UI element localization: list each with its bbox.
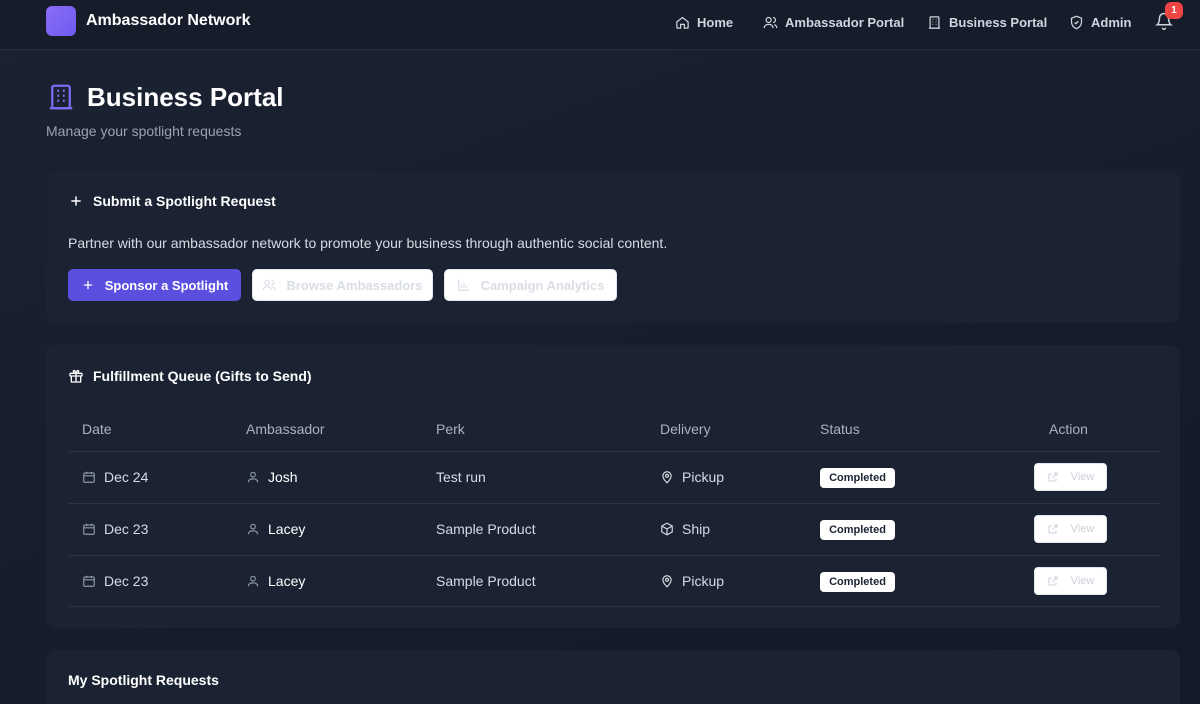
view-label: View <box>1070 575 1095 587</box>
fulfillment-card-title-label: Fulfillment Queue (Gifts to Send) <box>93 368 312 384</box>
my-requests-title: My Spotlight Requests <box>68 672 219 688</box>
notification-badge: 1 <box>1165 2 1183 19</box>
ambassador-name: Lacey <box>268 573 306 589</box>
row-divider <box>68 606 1160 607</box>
page-subtitle: Manage your spotlight requests <box>46 123 242 139</box>
bar-chart-icon <box>457 279 469 291</box>
view-button[interactable]: View <box>1034 567 1107 595</box>
ambassador-cell: Lacey <box>246 571 305 591</box>
column-header-date[interactable]: Date <box>82 421 112 437</box>
column-header-status[interactable]: Status <box>820 421 860 437</box>
date-cell: Dec 23 <box>82 519 148 539</box>
browse-ambassadors-button[interactable]: Browse Ambassadors <box>252 269 433 301</box>
delivery-cell: Ship <box>660 519 710 539</box>
status-badge: Completed <box>820 572 895 592</box>
ambassador-name: Lacey <box>268 521 306 537</box>
external-link-icon <box>1048 524 1058 534</box>
column-header-ambassador[interactable]: Ambassador <box>246 421 325 437</box>
calendar-icon <box>83 575 95 587</box>
view-label: View <box>1070 523 1095 535</box>
submit-card-description: Partner with our ambassador network to p… <box>68 235 668 251</box>
column-header-perk[interactable]: Perk <box>436 421 465 437</box>
nav-admin-label: Admin <box>1091 14 1132 30</box>
campaign-analytics-button[interactable]: Campaign Analytics <box>444 269 617 301</box>
nav-business-portal-label: Business Portal <box>949 14 1048 30</box>
ambassador-name: Josh <box>268 469 298 485</box>
logo[interactable] <box>46 6 76 36</box>
submit-card-title: Submit a Spotlight Request <box>68 193 276 209</box>
brand-name[interactable]: Ambassador Network <box>86 12 251 30</box>
package-icon <box>661 522 673 536</box>
campaign-analytics-label: Campaign Analytics <box>480 277 605 293</box>
date-value: Dec 23 <box>104 521 149 537</box>
delivery-cell: Pickup <box>660 467 724 487</box>
status-badge: Completed <box>820 520 895 540</box>
view-button[interactable]: View <box>1034 463 1107 491</box>
building-icon <box>49 84 73 110</box>
map-pin-icon <box>662 575 672 588</box>
map-pin-icon <box>662 471 672 484</box>
submit-card-title-label: Submit a Spotlight Request <box>93 193 276 209</box>
date-cell: Dec 24 <box>82 467 148 487</box>
users-icon <box>763 16 778 28</box>
date-value: Dec 23 <box>104 573 149 589</box>
header-divider <box>68 451 1160 452</box>
status-badge: Completed <box>820 468 895 488</box>
nav-admin[interactable]: Admin <box>1069 12 1131 32</box>
delivery-cell: Pickup <box>660 571 724 591</box>
nav-ambassador-portal[interactable]: Ambassador Portal <box>763 12 904 32</box>
sponsor-spotlight-button[interactable]: Sponsor a Spotlight <box>68 269 241 301</box>
delivery-method: Pickup <box>682 573 725 589</box>
fulfillment-card-title: Fulfillment Queue (Gifts to Send) <box>68 368 312 384</box>
nav-ambassador-portal-label: Ambassador Portal <box>785 14 905 30</box>
date-value: Dec 24 <box>104 469 149 485</box>
user-icon <box>247 471 259 483</box>
user-icon <box>247 575 259 587</box>
date-cell: Dec 23 <box>82 571 148 591</box>
column-header-action[interactable]: Action <box>1049 421 1088 437</box>
plus-icon <box>83 280 92 290</box>
calendar-icon <box>83 523 95 535</box>
users-icon <box>263 279 276 291</box>
column-header-delivery[interactable]: Delivery <box>660 421 711 437</box>
home-icon <box>676 16 689 29</box>
building-icon <box>928 15 941 29</box>
perk-cell: Sample Product <box>436 573 536 589</box>
ambassador-cell: Lacey <box>246 519 305 539</box>
row-divider <box>68 503 1160 504</box>
row-divider <box>68 555 1160 556</box>
view-button[interactable]: View <box>1034 515 1107 543</box>
nav-home-label: Home <box>697 14 734 30</box>
user-icon <box>247 523 259 535</box>
perk-cell: Test run <box>436 469 486 485</box>
view-label: View <box>1070 471 1095 483</box>
external-link-icon <box>1048 576 1058 586</box>
fulfillment-queue-card: Fulfillment Queue (Gifts to Send) Date A… <box>46 345 1180 628</box>
nav-home[interactable]: Home <box>675 12 733 32</box>
delivery-method: Pickup <box>682 469 725 485</box>
delivery-method: Ship <box>682 521 711 537</box>
calendar-icon <box>83 471 95 483</box>
my-requests-card: My Spotlight Requests <box>46 650 1180 704</box>
gift-icon <box>69 369 83 383</box>
submit-spotlight-card: Submit a Spotlight Request Partner with … <box>46 171 1180 323</box>
external-link-icon <box>1048 472 1058 482</box>
browse-ambassadors-label: Browse Ambassadors <box>286 277 423 293</box>
ambassador-cell: Josh <box>246 467 298 487</box>
shield-icon <box>1070 15 1083 29</box>
plus-icon <box>71 196 81 206</box>
nav-business-portal[interactable]: Business Portal <box>927 12 1047 32</box>
perk-cell: Sample Product <box>436 521 536 537</box>
top-navbar: Ambassador Network Home Ambassador Porta… <box>0 0 1200 50</box>
sponsor-spotlight-label: Sponsor a Spotlight <box>104 277 229 293</box>
page-title: Business Portal <box>87 82 284 112</box>
